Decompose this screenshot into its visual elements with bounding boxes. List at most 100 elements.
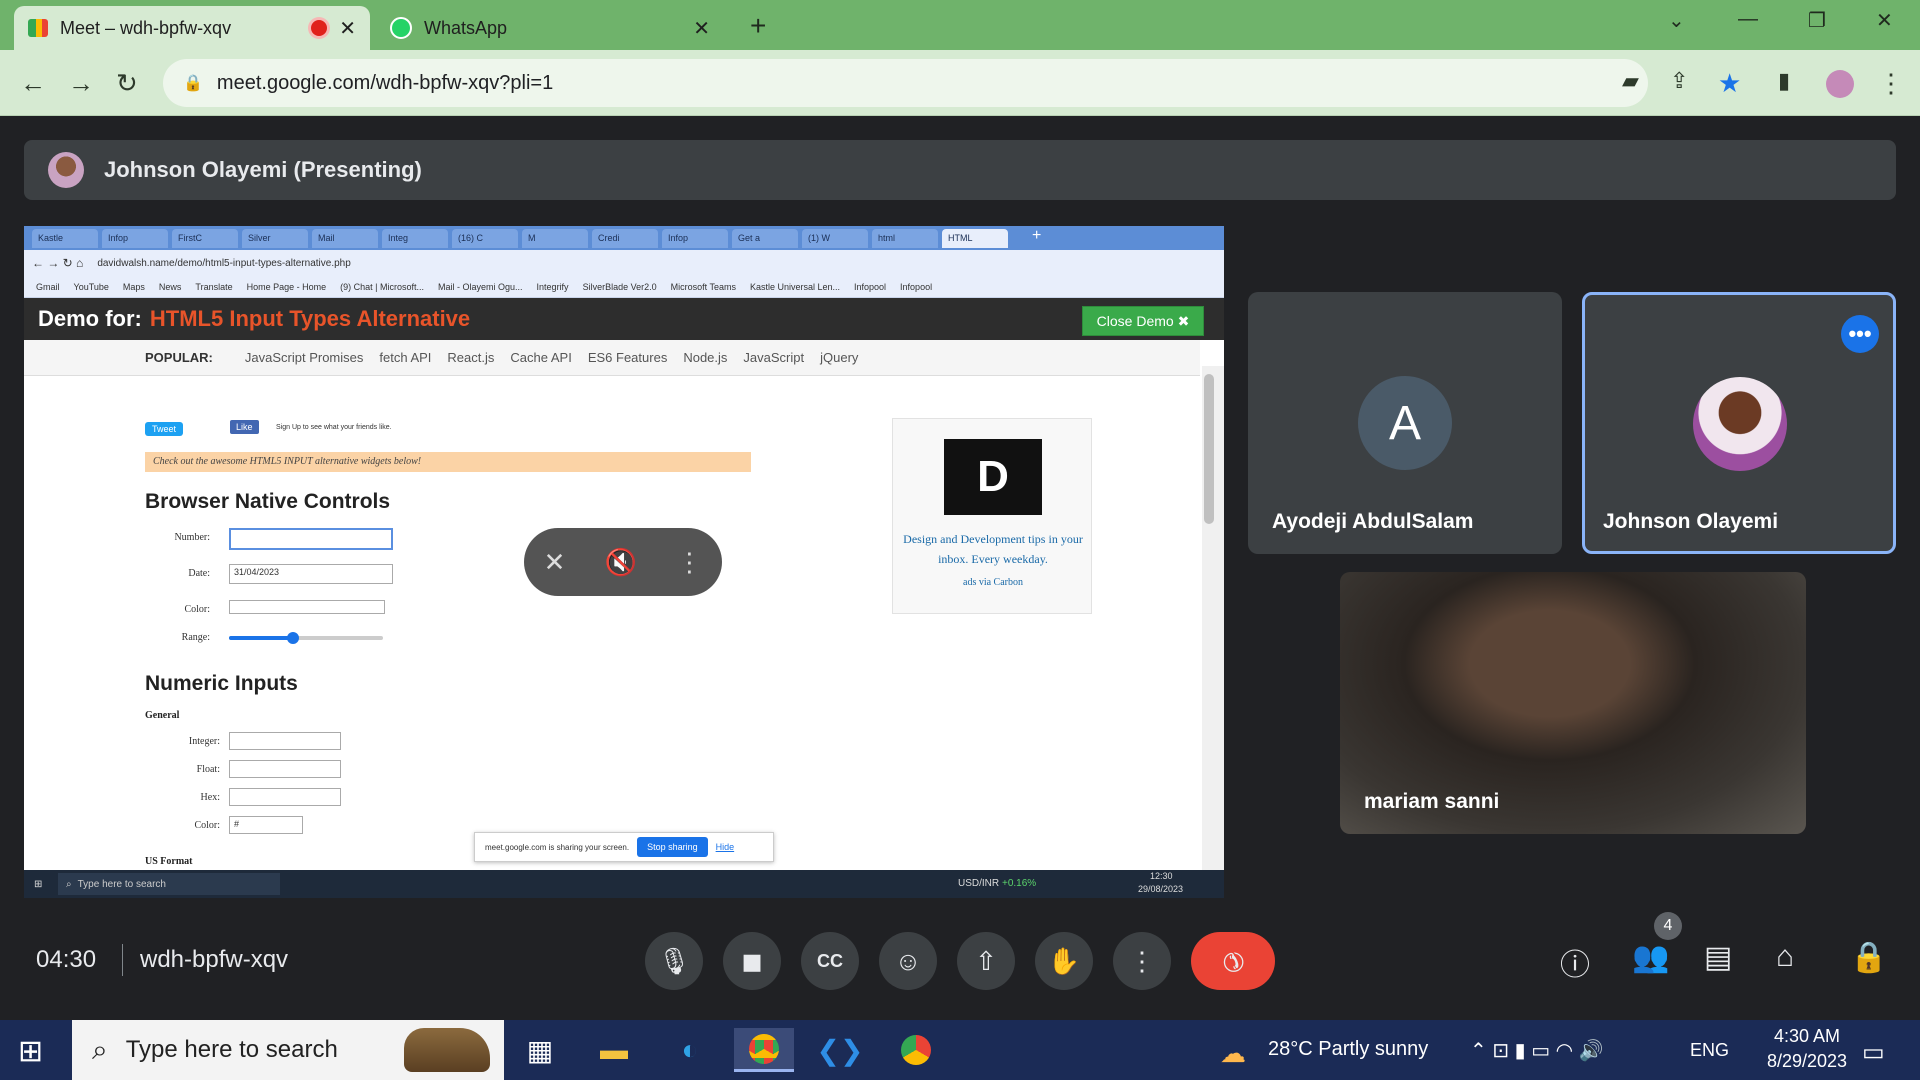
participant-tile-ayodeji[interactable]: A Ayodeji AbdulSalam [1248,292,1562,554]
nav-link: JavaScript Promises [244,350,364,365]
demo-banner: Demo for: HTML5 Input Types Alternative [24,298,1224,340]
clock-time: 4:30 AM [1773,1026,1841,1046]
present-button[interactable]: ⇧ [957,932,1015,990]
share-icon[interactable]: ⇪ [1670,68,1688,94]
chat-icon[interactable]: ▤ [1704,940,1732,975]
close-tab-icon[interactable]: ✕ [339,16,356,41]
bookmark: Infopool [854,281,887,292]
side-panel-icon[interactable]: ▮ [1778,68,1790,94]
participant-name: Johnson Olayemi [1603,510,1779,533]
shared-tab: Get a [732,229,798,248]
close-window-icon[interactable]: ✕ [1876,8,1893,33]
shared-tab: Silver [242,229,308,248]
weather-icon: ☁ [1220,1038,1246,1068]
address-bar[interactable]: 🔒 meet.google.com/wdh-bpfw-xqv?pli=1 [163,59,1648,107]
bookmark: Home Page - Home [246,281,327,292]
bookmark-star-icon[interactable]: ★ [1718,68,1741,99]
reload-icon[interactable]: ↻ [116,68,138,99]
file-explorer-icon[interactable]: ▬ [584,1028,644,1072]
hex-input [229,788,341,806]
activities-icon[interactable]: ⌂ [1776,940,1794,974]
nav-link: JavaScript [743,350,805,365]
shared-ticker: USD/INR [958,878,1000,889]
label-number: Number: [174,532,210,543]
back-icon[interactable]: ← [20,68,46,99]
stop-sharing-button: Stop sharing [637,837,708,857]
presenter-bar: Johnson Olayemi (Presenting) [24,140,1896,200]
shared-tab: (16) C [452,229,518,248]
windows-start-icon[interactable]: ⊞ [18,1034,43,1069]
shared-clock-time: 12:30 [1150,871,1173,881]
weather-text[interactable]: 28°C Partly sunny [1268,1038,1428,1061]
microphone-button[interactable]: 🎙 [645,932,703,990]
shared-clock-date: 29/08/2023 [1138,884,1184,894]
floating-share-controls: ✕ 🔇 ⋮ [524,528,722,596]
url-text: meet.google.com/wdh-bpfw-xqv?pli=1 [216,71,554,94]
menu-icon[interactable]: ⋮ [1878,68,1904,99]
bookmark: Translate [195,281,233,292]
edge-icon[interactable]: ◐ [660,1028,720,1072]
meet-favicon-icon [28,19,48,37]
end-call-button[interactable]: ✆ [1191,932,1275,990]
number-input [229,528,393,550]
tab-search-icon[interactable]: ⌄ [1668,8,1685,33]
present-icon: ⇧ [975,945,997,976]
bookmark: (9) Chat | Microsoft... [340,281,425,292]
bookmark: Maps [122,281,145,292]
sharing-text: meet.google.com is sharing your screen. [485,842,630,852]
forward-icon[interactable]: → [68,68,94,99]
microphone-icon: 🎙 [657,945,691,976]
nav-link: Node.js [683,350,728,365]
vscode-icon[interactable]: ❮❯ [810,1028,870,1072]
camera-button[interactable]: ◼ [723,932,781,990]
shared-scroll-thumb [1204,374,1214,524]
more-options-button[interactable]: ⋮ [1113,932,1171,990]
captions-button[interactable]: CC [801,932,859,990]
label-float: Float: [196,764,220,775]
reactions-button[interactable]: ☺ [879,932,937,990]
presenter-label: Johnson Olayemi (Presenting) [104,157,422,182]
notifications-icon[interactable]: ▭ [1862,1038,1885,1067]
camera-icon[interactable]: ▰ [1622,68,1639,94]
camera-icon: ◼ [741,945,763,976]
ad-text: Design and Development tips in your inbo… [903,532,1083,566]
meeting-info-icon[interactable]: ⓘ [1560,940,1590,984]
popular-nav: POPULAR: JavaScript Promises fetch API R… [24,340,1200,376]
recording-icon [311,20,328,36]
tab-whatsapp[interactable]: WhatsApp ✕ [376,6,724,50]
people-icon[interactable]: 👥 [1632,940,1669,975]
color-input [229,600,385,614]
taskbar-clock[interactable]: 4:30 AM 8/29/2023 [1760,1026,1854,1072]
integer-input [229,732,341,750]
avatar: A [1358,376,1452,470]
chrome-profile-icon[interactable] [886,1028,946,1072]
restore-icon[interactable]: ❐ [1808,8,1826,33]
tray-icons[interactable]: ⌃ ⊡ ▮ ▭ ◠ 🔊 [1470,1038,1604,1063]
heading-numeric-inputs: Numeric Inputs [145,672,298,695]
chrome-icon[interactable] [734,1028,794,1072]
more-options-icon[interactable]: ••• [1841,315,1879,353]
hide-link: Hide [715,842,735,852]
people-count-badge: 4 [1654,912,1682,940]
lock-icon: 🔒 [183,75,203,92]
nav-link: React.js [447,350,495,365]
shared-tab: Integ [382,229,448,248]
participant-tile-mariam[interactable]: mariam sanni [1340,572,1806,834]
raise-hand-button[interactable]: ✋ [1035,932,1093,990]
host-controls-icon[interactable]: 🔒 [1850,940,1887,975]
participant-tile-johnson[interactable]: ••• Johnson Olayemi [1582,292,1896,554]
shared-tab: html [872,229,938,248]
tab-meet[interactable]: Meet – wdh-bpfw-xqv ✕ [14,6,370,50]
language-indicator[interactable]: ENG [1690,1040,1729,1061]
sharing-notice: meet.google.com is sharing your screen. … [474,832,774,862]
minimize-icon[interactable]: — [1738,8,1758,31]
close-tab-icon[interactable]: ✕ [693,16,710,41]
taskbar-search[interactable]: ⌕ Type here to search [72,1020,504,1080]
shared-search-text: Type here to search [77,878,166,890]
profile-avatar[interactable] [1826,70,1854,98]
shared-screen: Kastle Infop FirstC Silver Mail Integ (1… [24,226,1224,898]
shared-new-tab-icon: + [1032,227,1042,244]
bookmark: YouTube [73,281,109,292]
new-tab-icon[interactable]: + [750,10,766,42]
task-view-icon[interactable]: ▦ [510,1028,570,1072]
